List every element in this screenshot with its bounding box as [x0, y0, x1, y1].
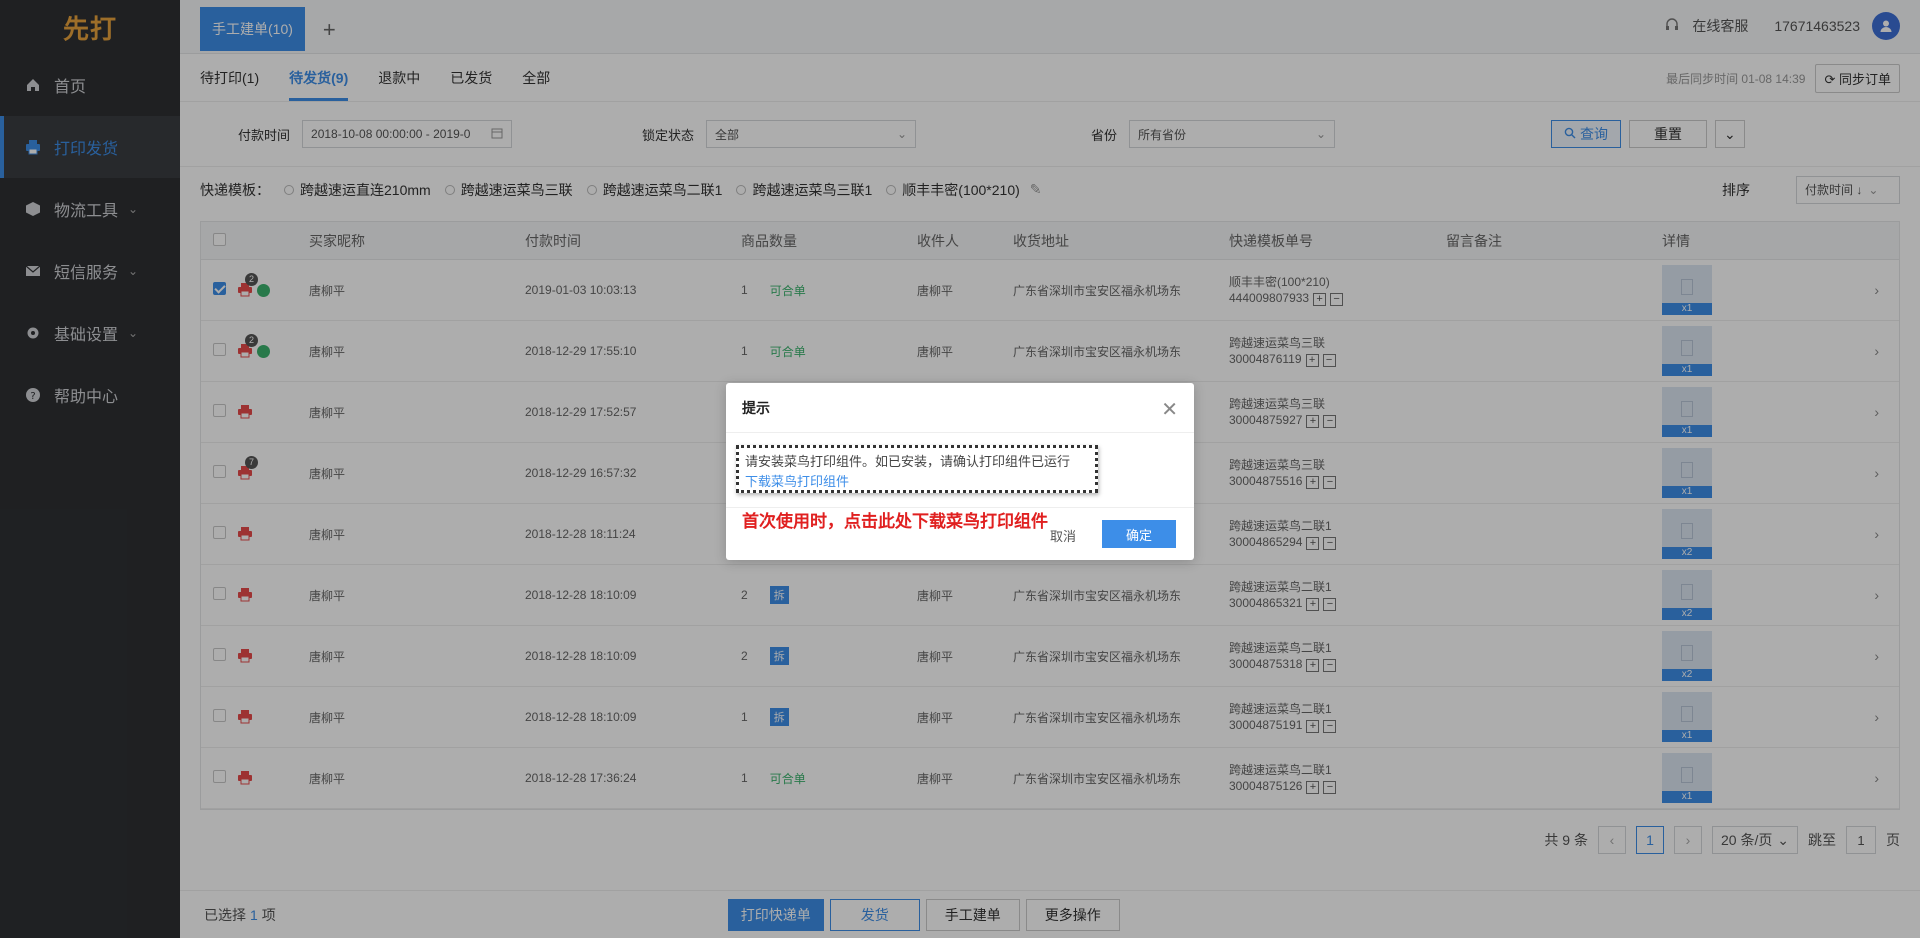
dialog-message: 请安装菜鸟打印组件。如已安装，请确认打印组件已运行	[745, 454, 1071, 469]
cancel-button[interactable]: 取消	[1050, 526, 1076, 545]
confirm-button[interactable]: 确定	[1102, 520, 1176, 548]
download-component-link[interactable]: 下载菜鸟打印组件	[745, 472, 1089, 492]
dialog-title: 提示	[742, 399, 770, 416]
close-icon[interactable]: ✕	[1161, 397, 1178, 422]
annotation-text: 首次使用时，点击此处下载菜鸟打印组件	[742, 512, 1048, 532]
dialog-message-box: 请安装菜鸟打印组件。如已安装，请确认打印组件已运行 下载菜鸟打印组件	[736, 445, 1098, 493]
prompt-dialog: 提示 ✕ 请安装菜鸟打印组件。如已安装，请确认打印组件已运行 下载菜鸟打印组件 …	[726, 383, 1194, 560]
